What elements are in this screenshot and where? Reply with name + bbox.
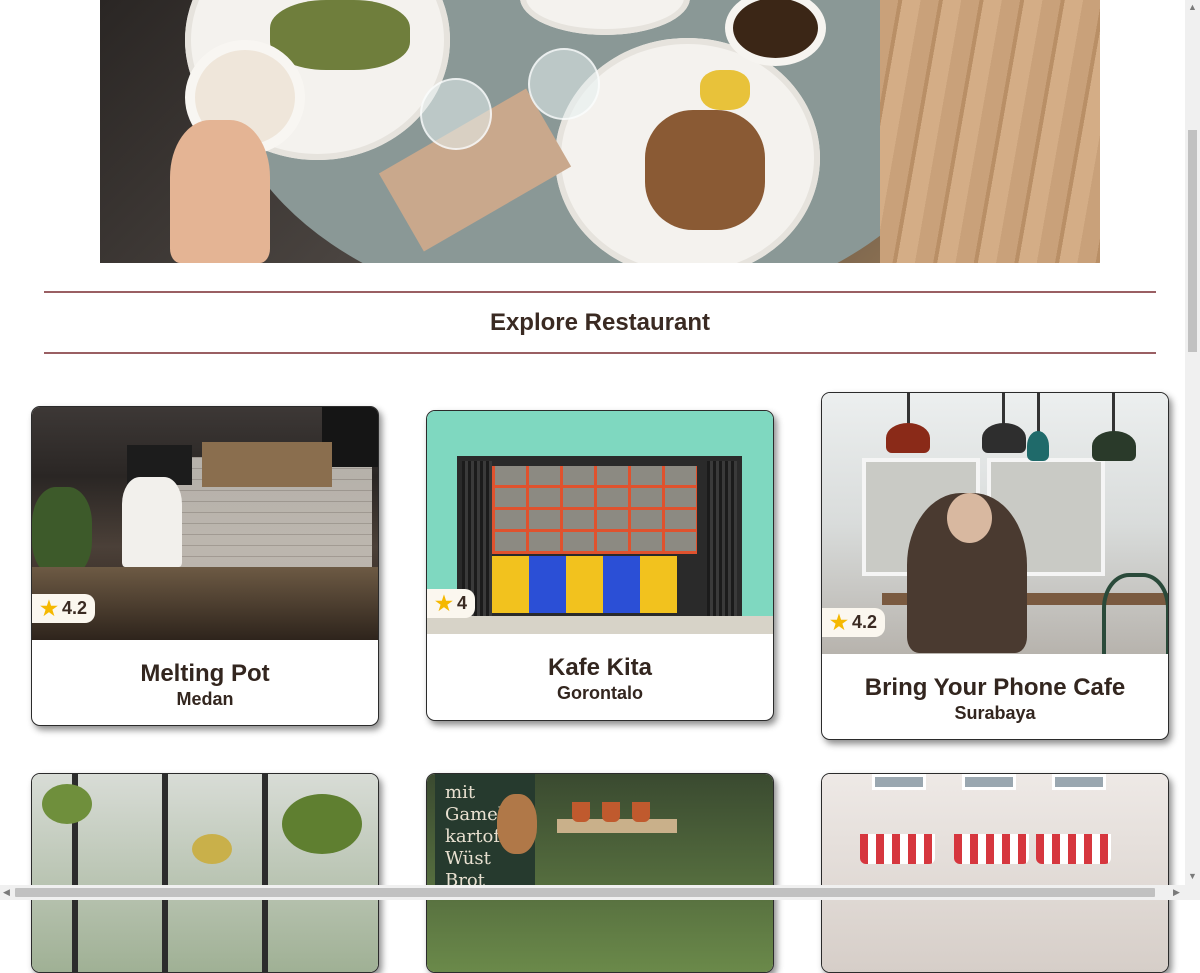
rating-badge: ★ 4 <box>427 589 475 618</box>
rating-value: 4.2 <box>851 612 877 632</box>
bottom-divider <box>44 352 1156 354</box>
scroll-down-icon[interactable]: ▼ <box>1188 872 1197 881</box>
star-icon: ★ <box>40 597 58 620</box>
restaurant-city: Medan <box>176 689 234 709</box>
restaurant-image: ★ 4.2 <box>32 407 378 640</box>
restaurant-name[interactable]: Melting Pot <box>32 660 378 688</box>
restaurant-city: Surabaya <box>954 703 1036 723</box>
restaurant-image <box>822 774 1168 972</box>
rating-badge: ★ 4.2 <box>822 608 885 637</box>
vertical-scrollbar[interactable]: ▲ ▼ <box>1185 0 1200 900</box>
restaurant-image <box>32 774 378 972</box>
scroll-left-icon[interactable]: ◀ <box>3 888 10 897</box>
restaurant-card[interactable]: ★ 4.2 Melting Pot Medan <box>31 406 379 726</box>
horizontal-scrollbar[interactable]: ◀ ▶ <box>0 885 1185 900</box>
star-icon: ★ <box>830 611 848 634</box>
restaurant-card[interactable] <box>821 773 1169 973</box>
restaurant-card[interactable]: ★ 4 Kafe Kita Gorontalo <box>426 410 774 721</box>
star-icon: ★ <box>435 592 453 615</box>
restaurant-name[interactable]: Kafe Kita <box>427 654 773 682</box>
restaurant-card[interactable]: ★ 4.2 Bring Your Phone Cafe Surabaya <box>821 392 1169 740</box>
restaurant-card[interactable] <box>31 773 379 973</box>
restaurant-name[interactable]: Bring Your Phone Cafe <box>822 674 1168 702</box>
horizontal-scroll-thumb[interactable] <box>15 888 1155 897</box>
vertical-scroll-thumb[interactable] <box>1188 130 1197 352</box>
restaurant-card[interactable]: mit Gamelen kartoffeln Wüst Brot <box>426 773 774 973</box>
rating-value: 4 <box>456 593 467 613</box>
restaurant-city: Gorontalo <box>557 683 643 703</box>
scroll-up-icon[interactable]: ▲ <box>1188 3 1197 12</box>
scroll-right-icon[interactable]: ▶ <box>1173 888 1180 897</box>
restaurant-image: mit Gamelen kartoffeln Wüst Brot <box>427 774 773 972</box>
section-title: Explore Restaurant <box>489 309 711 336</box>
rating-value: 4.2 <box>61 598 87 618</box>
restaurant-image: ★ 4.2 <box>822 393 1168 654</box>
restaurant-image: ★ 4 <box>427 411 773 634</box>
top-divider <box>44 291 1156 293</box>
rating-badge: ★ 4.2 <box>32 594 95 623</box>
hero-image <box>100 0 1100 263</box>
